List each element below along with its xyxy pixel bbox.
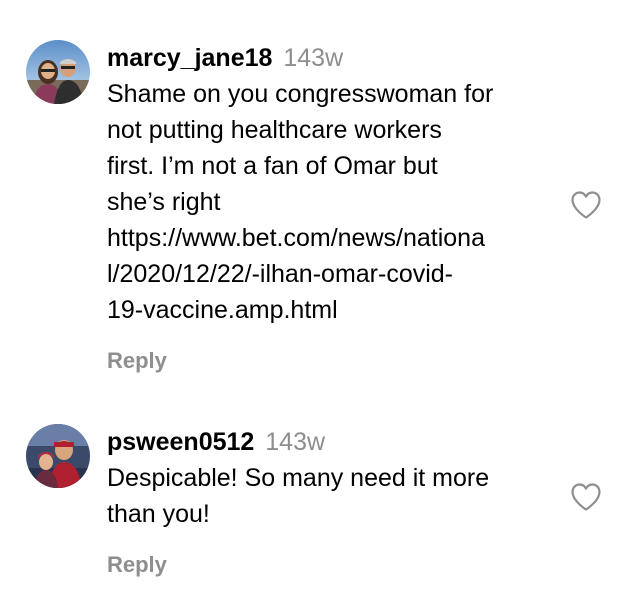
avatar[interactable] <box>26 424 90 488</box>
comment-text: Shame on you congresswoman for not putti… <box>107 76 557 328</box>
comment-item: psween0512 143w Despicable! So many need… <box>0 424 618 594</box>
username-link[interactable]: psween0512 <box>107 428 254 456</box>
comment-body: psween0512 143w Despicable! So many need… <box>107 424 557 532</box>
like-button[interactable] <box>570 190 602 220</box>
heart-outline-icon <box>571 483 601 511</box>
avatar-image <box>26 424 90 488</box>
timestamp[interactable]: 143w <box>265 428 325 456</box>
comment-text-line: not putting healthcare workers <box>107 116 442 144</box>
avatar-image <box>26 40 90 104</box>
like-button[interactable] <box>570 482 602 512</box>
comment-text: Despicable! So many need it more than yo… <box>107 460 557 532</box>
avatar[interactable] <box>26 40 90 104</box>
comment-item: marcy_jane18 143w Shame on you congressw… <box>0 40 618 380</box>
timestamp[interactable]: 143w <box>283 44 343 72</box>
reply-button[interactable]: Reply <box>107 348 167 374</box>
comment-header: psween0512 143w <box>107 424 557 460</box>
comment-text-line: l/2020/12/22/-ilhan-omar-covid- <box>107 260 454 288</box>
reply-button[interactable]: Reply <box>107 552 167 578</box>
comment-body: marcy_jane18 143w Shame on you congressw… <box>107 40 557 328</box>
comment-header: marcy_jane18 143w <box>107 40 557 76</box>
comment-text-line: she’s right <box>107 188 221 216</box>
username-link[interactable]: marcy_jane18 <box>107 44 272 72</box>
heart-outline-icon <box>571 191 601 219</box>
comment-text-line: Despicable! So many need it more <box>107 464 490 492</box>
comment-text-line: than you! <box>107 500 210 528</box>
comment-text-line: 19-vaccine.amp.html <box>107 296 338 324</box>
comment-text-line: first. I’m not a fan of Omar but <box>107 152 438 180</box>
comment-text-line: Shame on you congresswoman for <box>107 80 494 108</box>
comment-text-line: https://www.bet.com/news/nationa <box>107 224 485 252</box>
